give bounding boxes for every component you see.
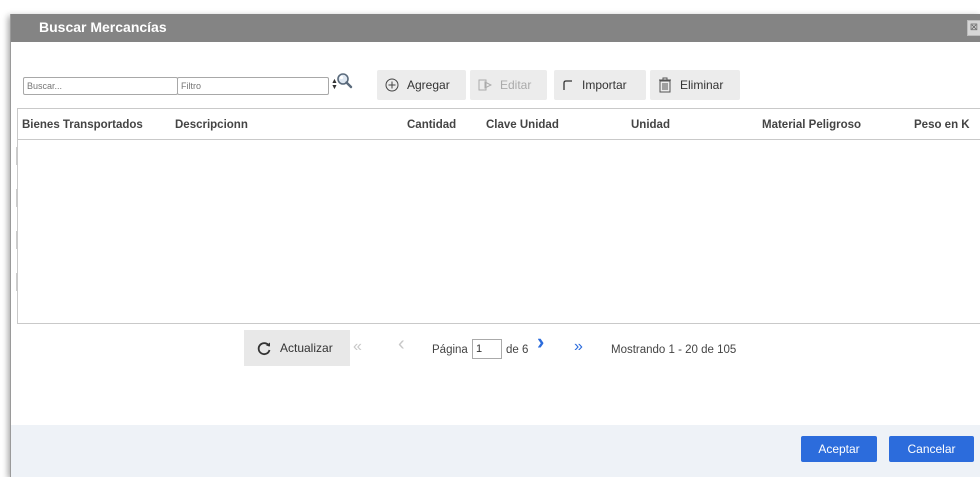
trash-icon: [658, 77, 672, 93]
last-page-icon[interactable]: »: [574, 339, 583, 355]
column-header-peso[interactable]: Peso en K: [914, 119, 970, 131]
import-label: Importar: [582, 78, 627, 92]
column-header-clave-unidad[interactable]: Clave Unidad: [486, 119, 559, 131]
delete-button[interactable]: Eliminar: [650, 70, 740, 100]
accept-button[interactable]: Aceptar: [801, 436, 877, 462]
close-icon[interactable]: ⊠: [967, 20, 980, 36]
delete-label: Eliminar: [680, 78, 724, 92]
row-marker: [16, 273, 20, 291]
column-header-descripcion[interactable]: Descripcionn: [175, 119, 248, 131]
edit-icon: [478, 78, 492, 92]
add-label: Agregar: [407, 78, 450, 92]
dialog-title: Buscar Mercancías: [39, 19, 167, 35]
import-button[interactable]: Importar: [554, 70, 646, 100]
goods-grid: Bienes Transportados Descripcionn Cantid…: [16, 108, 980, 324]
column-header-cantidad[interactable]: Cantidad: [407, 119, 456, 131]
page-count-label: de 6: [506, 344, 529, 356]
row-marker: [16, 231, 20, 249]
refresh-button[interactable]: Actualizar: [244, 330, 350, 366]
import-icon: [562, 79, 574, 91]
add-button[interactable]: Agregar: [377, 70, 466, 100]
page-label: Página: [432, 344, 468, 356]
row-marker: [16, 147, 20, 165]
refresh-label: Actualizar: [280, 341, 333, 355]
paging-status: Mostrando 1 - 20 de 105: [611, 344, 737, 356]
plus-circle-icon: [385, 78, 399, 92]
refresh-icon: [256, 340, 272, 356]
filter-input[interactable]: [177, 77, 329, 95]
edit-button[interactable]: Editar: [470, 70, 547, 100]
search-input[interactable]: [23, 77, 178, 95]
prev-page-icon[interactable]: ‹: [398, 334, 405, 354]
grid-header: Bienes Transportados Descripcionn Cantid…: [18, 109, 980, 140]
buscar-mercancias-dialog: Buscar Mercancías ⊠ ▲▼ Agregar Editar Im…: [10, 14, 980, 477]
edit-label: Editar: [500, 78, 532, 92]
cancel-button[interactable]: Cancelar: [889, 436, 974, 462]
column-header-bienes[interactable]: Bienes Transportados: [22, 119, 143, 131]
dialog-titlebar[interactable]: Buscar Mercancías ⊠: [11, 14, 980, 42]
column-header-material-peligroso[interactable]: Material Peligroso: [762, 119, 861, 131]
column-header-unidad[interactable]: Unidad: [631, 119, 670, 131]
magnifier-icon[interactable]: [336, 72, 354, 93]
page-number-input[interactable]: [472, 339, 502, 359]
row-marker: [16, 189, 20, 207]
next-page-icon[interactable]: ›: [537, 331, 544, 353]
first-page-icon[interactable]: «: [353, 339, 362, 355]
